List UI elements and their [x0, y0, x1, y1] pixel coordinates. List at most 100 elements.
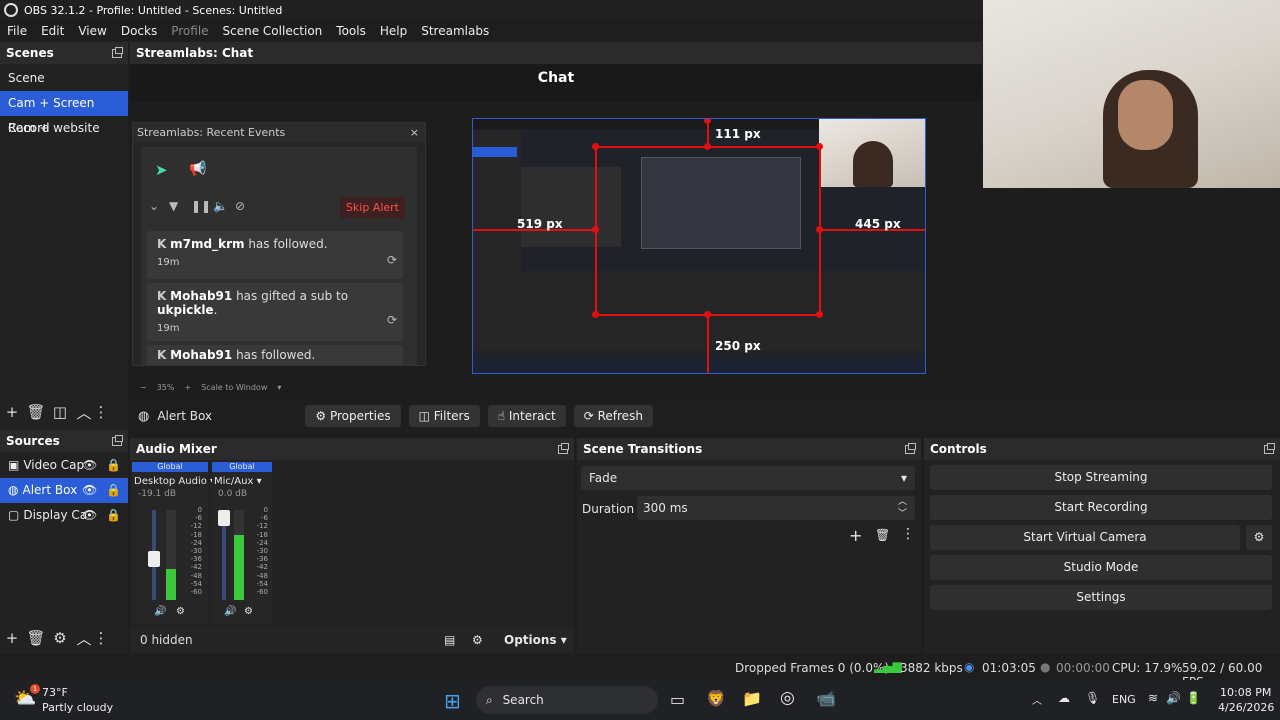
layout-icon[interactable]: ▤	[444, 633, 455, 647]
menu-help[interactable]: Help	[373, 24, 414, 38]
filters-icon[interactable]: ◫	[48, 400, 72, 424]
speaker-icon[interactable]: 🔊	[154, 606, 166, 617]
task-view-icon[interactable]: ▭	[670, 690, 685, 709]
menu-scene-collection[interactable]: Scene Collection	[216, 24, 330, 38]
zoom-app-icon[interactable]: 📹	[816, 689, 836, 708]
lock-icon[interactable]: 🔒	[106, 503, 121, 528]
close-icon[interactable]: ×	[410, 123, 419, 143]
handle[interactable]	[816, 311, 823, 318]
wifi-icon[interactable]: ≋	[1148, 691, 1158, 705]
chevron-down-icon[interactable]: ﹀	[898, 502, 907, 526]
volume-fader-handle[interactable]	[148, 550, 160, 567]
chevron-down-icon[interactable]: ▾	[277, 383, 281, 392]
start-recording-button[interactable]: Start Recording	[930, 495, 1272, 520]
menu-edit[interactable]: Edit	[34, 24, 71, 38]
remove-transition-icon[interactable]: 🗑	[875, 528, 890, 542]
source-properties-icon[interactable]: ⚙	[48, 626, 72, 650]
zoom-in-icon[interactable]: +	[184, 383, 191, 392]
zoom-out-icon[interactable]: −	[140, 383, 147, 392]
stop-streaming-button[interactable]: Stop Streaming	[930, 465, 1272, 490]
volume-icon[interactable]: 🔈	[213, 199, 228, 213]
brave-browser-icon[interactable]: 🦁	[706, 689, 726, 708]
alert-box-preview[interactable]: 111 px 519 px 445 px 250 px	[472, 118, 926, 374]
settings-icon[interactable]: ⚙	[244, 606, 253, 617]
channel-name[interactable]: Mic/Aux ▾	[212, 472, 272, 487]
add-transition-icon[interactable]: +	[849, 526, 862, 545]
options-button[interactable]: Options ▾	[504, 633, 567, 647]
handle[interactable]	[592, 226, 599, 233]
cloud-icon[interactable]: ☁	[1058, 691, 1070, 705]
interact-button[interactable]: ☝ Interact	[487, 405, 566, 427]
settings-icon[interactable]: ⚙	[176, 606, 185, 617]
lock-icon[interactable]: 🔒	[106, 453, 121, 478]
scene-item[interactable]: Scene	[0, 66, 128, 91]
handle[interactable]	[592, 311, 599, 318]
more-icon[interactable]: ⋮	[94, 626, 109, 650]
volume-icon[interactable]: 🔊	[1166, 691, 1181, 705]
pause-icon[interactable]: ❚❚	[191, 199, 211, 213]
file-explorer-icon[interactable]: 📁	[742, 689, 762, 708]
visibility-eye-icon[interactable]: 👁	[82, 453, 97, 478]
paper-plane-icon[interactable]: ➤	[155, 161, 168, 179]
channel-name[interactable]: Desktop Audio ▾	[132, 472, 215, 487]
refresh-button[interactable]: ⟳ Refresh	[573, 405, 653, 427]
studio-mode-button[interactable]: Studio Mode	[930, 555, 1272, 580]
clock-date[interactable]: 4/26/2026	[1218, 701, 1274, 714]
undock-icon[interactable]	[1264, 442, 1275, 454]
scene-item-active[interactable]: Cam + Screen Record	[0, 91, 128, 135]
move-up-icon[interactable]: ︿	[72, 400, 96, 424]
undock-icon[interactable]	[112, 434, 123, 446]
chevron-down-icon[interactable]: ⌄	[149, 199, 159, 213]
mic-icon[interactable]: 🎙	[1085, 691, 1100, 705]
menu-file[interactable]: File	[0, 24, 34, 38]
menu-profile[interactable]: Profile	[164, 24, 215, 38]
taskbar-search[interactable]: ⌕ Search	[476, 686, 658, 714]
undock-icon[interactable]	[905, 442, 916, 454]
filter-icon[interactable]: ▼	[169, 199, 178, 213]
transition-select[interactable]: Fade ▾	[581, 466, 915, 490]
undock-icon[interactable]	[558, 442, 569, 454]
handle[interactable]	[816, 226, 823, 233]
virtual-camera-settings-icon[interactable]: ⚙	[1246, 525, 1272, 550]
add-source-icon[interactable]: +	[0, 626, 24, 650]
handle[interactable]	[816, 143, 823, 150]
settings-button[interactable]: Settings	[930, 585, 1272, 610]
source-item-active[interactable]: ◍ Alert Box 👁 🔒	[0, 478, 128, 503]
replay-icon[interactable]: ⟳	[387, 313, 397, 327]
source-item[interactable]: ▣ Video Cap 👁 🔒	[0, 453, 128, 478]
language-indicator[interactable]: ENG	[1112, 693, 1136, 706]
battery-icon[interactable]: 🔋	[1186, 691, 1201, 705]
more-icon[interactable]: ⋮	[901, 526, 915, 542]
mute-alerts-icon[interactable]: ⊘	[235, 199, 245, 213]
scale-mode[interactable]: Scale to Window	[201, 383, 267, 392]
skip-alert-button[interactable]: Skip Alert	[339, 197, 405, 218]
menu-docks[interactable]: Docks	[114, 24, 164, 38]
chevron-up-icon[interactable]: ︿	[1032, 692, 1042, 707]
lock-icon[interactable]: 🔒	[106, 478, 121, 503]
undock-icon[interactable]	[112, 46, 123, 58]
move-up-icon[interactable]: ︿	[72, 626, 96, 650]
duration-input[interactable]: 300 ms ︿ ﹀	[637, 496, 915, 520]
megaphone-icon[interactable]: 📢	[189, 161, 206, 177]
more-icon[interactable]: ⋮	[94, 400, 109, 424]
replay-icon[interactable]: ⟳	[387, 253, 397, 267]
remove-source-icon[interactable]: 🗑	[24, 626, 48, 650]
obs-taskbar-icon[interactable]: ◎	[780, 688, 795, 708]
add-scene-icon[interactable]: +	[0, 400, 24, 424]
remove-scene-icon[interactable]: 🗑	[24, 400, 48, 424]
handle[interactable]	[704, 311, 711, 318]
speaker-icon[interactable]: 🔊	[224, 606, 236, 617]
visibility-eye-icon[interactable]: 👁	[82, 503, 97, 528]
scene-item[interactable]: Cam + website	[0, 116, 128, 141]
menu-streamlabs[interactable]: Streamlabs	[414, 24, 496, 38]
volume-fader-handle[interactable]	[218, 510, 230, 526]
handle[interactable]	[704, 143, 711, 150]
advanced-audio-icon[interactable]: ⚙	[472, 633, 483, 647]
filters-button[interactable]: ◫ Filters	[408, 405, 480, 427]
windows-start-icon[interactable]: ⊞	[444, 689, 461, 713]
menu-view[interactable]: View	[71, 24, 113, 38]
visibility-eye-icon[interactable]: 👁	[82, 478, 97, 503]
clock-time[interactable]: 10:08 PM	[1220, 686, 1271, 699]
source-item[interactable]: ▢ Display Ca 👁 🔒	[0, 503, 128, 528]
menu-tools[interactable]: Tools	[329, 24, 373, 38]
